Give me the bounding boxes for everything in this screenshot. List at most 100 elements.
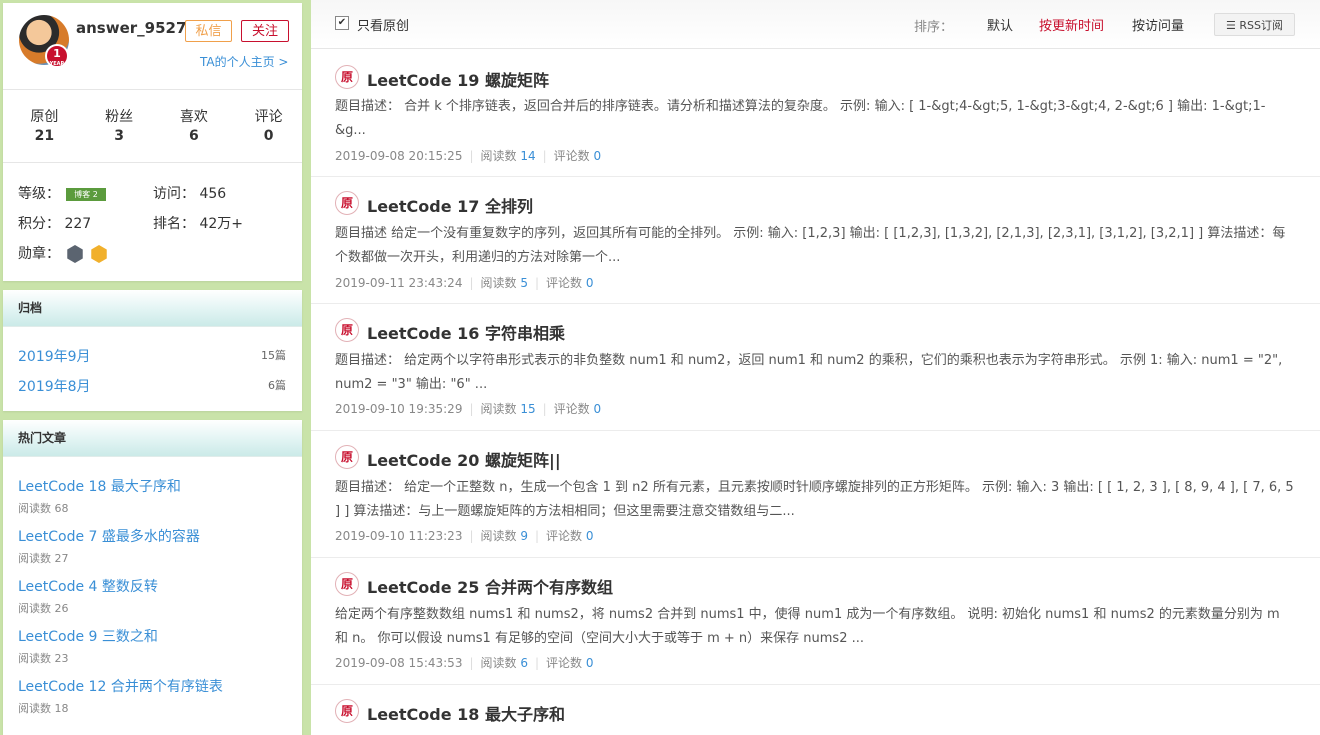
- hot-posts-box: 热门文章 LeetCode 18 最大子序和 阅读数 68 LeetCode 7…: [3, 420, 302, 735]
- medal-star-icon[interactable]: [91, 245, 107, 263]
- read-count: 14: [520, 149, 536, 163]
- rank-row: 排名： 42万+: [153, 213, 243, 233]
- hot-post-reads: 阅读数 26: [18, 602, 69, 615]
- comment-count: 0: [593, 149, 602, 163]
- read-count: 5: [520, 276, 528, 290]
- rank-value: 42万+: [199, 216, 243, 232]
- comment-label: 评论数: [553, 149, 590, 163]
- only-original-label[interactable]: 只看原创: [357, 15, 409, 34]
- post-title[interactable]: LeetCode 16 字符串相乘: [367, 320, 565, 344]
- only-original-checkbox[interactable]: ✔: [335, 16, 349, 30]
- post-title[interactable]: LeetCode 20 螺旋矩阵||: [367, 447, 561, 471]
- original-badge: 原: [335, 65, 359, 89]
- original-badge: 原: [335, 191, 359, 215]
- post-date: 2019-09-10 11:23:23: [335, 529, 463, 543]
- profile-card: 1 YEAR answer_9527 私信 关注 TA的个人主页 > 原创 21…: [3, 3, 302, 281]
- post-summary[interactable]: 题目描述 给定一个没有重复数字的序列，返回其所有可能的全排列。 示例: 输入: …: [335, 222, 1295, 270]
- post-summary[interactable]: 题目描述： 合并 k 个排序链表，返回合并后的排序链表。请分析和描述算法的复杂度…: [335, 95, 1295, 143]
- rss-subscribe-button[interactable]: ☰ RSS订阅: [1214, 13, 1295, 36]
- post-date: 2019-09-08 15:43:53: [335, 656, 463, 670]
- post-date: 2019-09-10 19:35:29: [335, 402, 463, 416]
- post-title[interactable]: LeetCode 18 最大子序和: [367, 701, 565, 725]
- post-title[interactable]: LeetCode 19 螺旋矩阵: [367, 67, 549, 91]
- stat-label: 喜欢: [179, 109, 208, 125]
- stat-likes[interactable]: 喜欢 6: [161, 106, 228, 144]
- stat-label: 粉丝: [105, 109, 134, 125]
- hot-post-reads: 阅读数 18: [18, 702, 69, 715]
- points-value: 227: [64, 216, 92, 232]
- read-label: 阅读数: [480, 149, 517, 163]
- year-badge-word: YEAR: [49, 61, 65, 67]
- post-date: 2019-09-11 23:43:24: [335, 276, 463, 290]
- hot-post-link[interactable]: LeetCode 4 整数反转: [18, 576, 158, 596]
- post-summary[interactable]: 给定两个有序整数数组 nums1 和 nums2，将 nums2 合并到 num…: [335, 603, 1295, 651]
- read-count: 9: [520, 529, 528, 543]
- list-toolbar: ✔ 只看原创 排序： 默认 按更新时间 按访问量 ☰ RSS订阅: [311, 0, 1320, 49]
- divider: [3, 162, 302, 163]
- stat-label: 评论: [254, 109, 283, 125]
- points-row: 积分： 227: [18, 213, 91, 233]
- hot-post-link[interactable]: LeetCode 9 三数之和: [18, 626, 158, 646]
- post-item: 原 LeetCode 25 合并两个有序数组 给定两个有序整数数组 nums1 …: [311, 558, 1320, 685]
- original-badge: 原: [335, 699, 359, 723]
- read-label: 阅读数: [480, 276, 517, 290]
- stat-comments[interactable]: 评论 0: [235, 106, 302, 144]
- sort-label: 排序：: [914, 20, 954, 35]
- post-title[interactable]: LeetCode 25 合并两个有序数组: [367, 574, 613, 598]
- level-tag[interactable]: 博客 2: [66, 187, 106, 201]
- year-badge-icon: 1 YEAR: [45, 44, 69, 68]
- post-item: 原 LeetCode 17 全排列 题目描述 给定一个没有重复数字的序列，返回其…: [311, 177, 1320, 304]
- hot-post-item: LeetCode 7 盛最多水的容器 阅读数 27: [18, 526, 200, 566]
- archive-item[interactable]: 2019年8月: [18, 376, 91, 396]
- level-row: 等级： 博客 2: [18, 183, 106, 203]
- comment-label: 评论数: [553, 402, 590, 416]
- original-badge: 原: [335, 445, 359, 469]
- original-badge: 原: [335, 318, 359, 342]
- comment-count: 0: [585, 656, 594, 670]
- medals-label: 勋章：: [18, 246, 60, 262]
- post-item: 原 LeetCode 20 螺旋矩阵|| 题目描述： 给定一个正整数 n，生成一…: [311, 431, 1320, 558]
- points-label: 积分：: [18, 216, 60, 232]
- comment-label: 评论数: [546, 529, 583, 543]
- sort-by-time-option[interactable]: 按更新时间: [1039, 15, 1104, 34]
- stat-value: 6: [189, 128, 199, 144]
- archive-item[interactable]: 2019年9月: [18, 346, 91, 366]
- post-summary[interactable]: 题目描述： 给定两个以字符串形式表示的非负整数 num1 和 num2，返回 n…: [335, 349, 1295, 397]
- sort-by-views-option[interactable]: 按访问量: [1132, 15, 1184, 34]
- hot-post-link[interactable]: LeetCode 7 盛最多水的容器: [18, 526, 200, 546]
- archive-title: 归档: [3, 290, 302, 327]
- follow-button[interactable]: 关注: [241, 20, 289, 42]
- comment-count: 0: [585, 529, 594, 543]
- year-badge-number: 1: [53, 47, 61, 60]
- divider: [3, 89, 302, 90]
- rank-label: 排名：: [153, 216, 195, 232]
- post-item: 原 LeetCode 19 螺旋矩阵 题目描述： 合并 k 个排序链表，返回合并…: [311, 49, 1320, 177]
- medals-row: 勋章：: [18, 243, 108, 263]
- post-meta: 2019-09-08 15:43:53 | 阅读数 6 | 评论数 0: [335, 656, 594, 670]
- visits-row: 访问： 456: [153, 183, 226, 203]
- article-list: ✔ 只看原创 排序： 默认 按更新时间 按访问量 ☰ RSS订阅 原 LeetC…: [311, 0, 1320, 735]
- post-meta: 2019-09-11 23:43:24 | 阅读数 5 | 评论数 0: [335, 276, 594, 290]
- hot-post-reads: 阅读数 23: [18, 652, 69, 665]
- comment-count: 0: [593, 402, 602, 416]
- post-meta: 2019-09-08 20:15:25 | 阅读数 14 | 评论数 0: [335, 149, 602, 163]
- rss-label: RSS订阅: [1239, 19, 1283, 32]
- stat-fans[interactable]: 粉丝 3: [86, 106, 153, 144]
- message-button[interactable]: 私信: [185, 20, 232, 42]
- username[interactable]: answer_9527: [76, 19, 186, 37]
- hot-post-link[interactable]: LeetCode 12 合并两个有序链表: [18, 676, 223, 696]
- read-label: 阅读数: [480, 402, 517, 416]
- medal-blog-icon[interactable]: [67, 245, 83, 263]
- post-summary[interactable]: 题目描述： 给定一个正整数 n，生成一个包含 1 到 n2 所有元素，且元素按顺…: [335, 476, 1295, 524]
- homepage-link[interactable]: TA的个人主页 >: [200, 53, 288, 70]
- comment-label: 评论数: [546, 276, 583, 290]
- read-count: 6: [520, 656, 528, 670]
- post-item: 原 LeetCode 16 字符串相乘 题目描述： 给定两个以字符串形式表示的非…: [311, 304, 1320, 431]
- sidebar: 1 YEAR answer_9527 私信 关注 TA的个人主页 > 原创 21…: [0, 0, 306, 735]
- stat-original[interactable]: 原创 21: [11, 106, 78, 144]
- sort-default-option[interactable]: 默认: [987, 15, 1013, 34]
- rss-icon: ☰: [1226, 19, 1240, 32]
- hot-post-link[interactable]: LeetCode 18 最大子序和: [18, 476, 181, 496]
- post-title[interactable]: LeetCode 17 全排列: [367, 193, 533, 217]
- stat-value: 0: [263, 128, 274, 144]
